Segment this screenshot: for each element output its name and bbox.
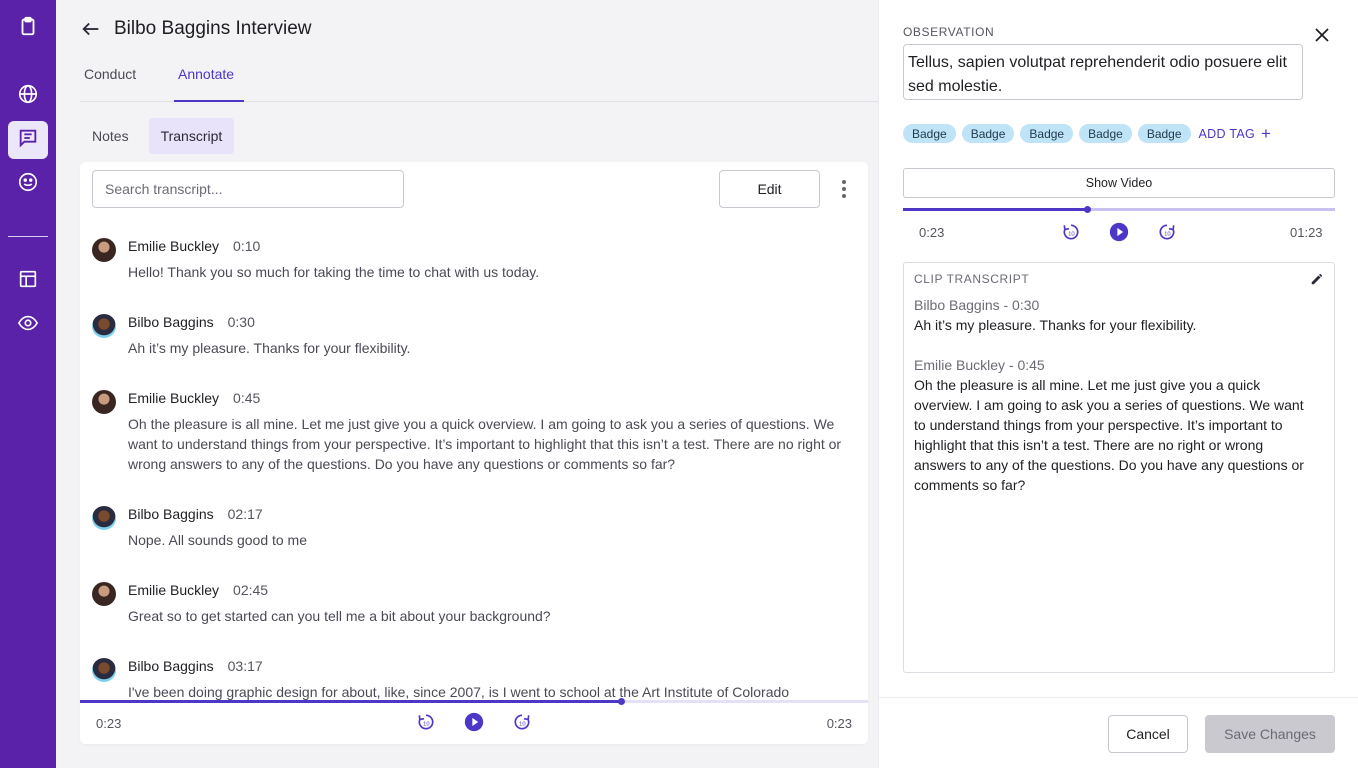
transcript-list: Emilie Buckley 0:10 Hello! Thank you so m… — [80, 224, 868, 700]
speaker-name: Bilbo Baggins — [128, 314, 214, 330]
tag-badge[interactable]: Badge — [1137, 124, 1191, 143]
svg-text:10: 10 — [519, 721, 526, 727]
message-text: Great so to get started can you tell me … — [128, 608, 551, 624]
speaker-name: Emilie Buckley — [128, 238, 220, 254]
rail-item-clipboard[interactable] — [8, 9, 48, 47]
rail-item-globe[interactable] — [8, 77, 48, 115]
avatar — [92, 238, 116, 262]
current-time: 0:23 — [96, 716, 122, 731]
observation-label: OBSERVATION — [903, 25, 995, 39]
main-area: Bilbo Baggins Interview Conduct Annotate… — [56, 0, 878, 768]
save-changes-button[interactable]: Save Changes — [1205, 715, 1335, 753]
transcript-card: Edit Emilie Buckley 0:10 Hello! Thank you… — [80, 162, 868, 744]
avatar — [92, 314, 116, 338]
plus-icon: + — [1261, 123, 1272, 143]
progress-handle[interactable] — [618, 698, 626, 705]
rail-item-layout[interactable] — [8, 262, 48, 300]
subtab-transcript[interactable]: Transcript — [148, 118, 235, 154]
chat-icon — [17, 127, 39, 154]
message-text: I've been doing graphic design for about… — [128, 684, 790, 700]
tag-badge[interactable]: Badge — [961, 124, 1015, 143]
close-icon[interactable] — [1313, 26, 1331, 44]
eye-icon — [17, 312, 39, 339]
timestamp[interactable]: 02:17 — [228, 506, 263, 522]
subtab-notes[interactable]: Notes — [80, 118, 141, 154]
message-text: Hello! Thank you so much for taking the … — [128, 264, 540, 280]
observation-field[interactable]: Tellus, sapien volutpat reprehenderit od… — [903, 44, 1303, 100]
page-title: Bilbo Baggins Interview — [114, 18, 312, 39]
page-header: Bilbo Baggins Interview — [80, 18, 312, 40]
svg-text:10: 10 — [1068, 231, 1075, 237]
globe-icon — [17, 83, 39, 110]
timestamp[interactable]: 03:17 — [228, 658, 263, 674]
transcript-player: 0:23 10 10 0:23 — [80, 698, 868, 744]
forward-10-icon[interactable]: 10 — [512, 712, 532, 732]
forward-10-icon[interactable]: 10 — [1157, 222, 1177, 242]
observation-panel: OBSERVATION Tellus, sapien volutpat repr… — [878, 0, 1358, 768]
clip-transcript-label: CLIP TRANSCRIPT — [914, 272, 1030, 286]
speaker-name: Emilie Buckley — [128, 582, 220, 598]
pencil-icon[interactable] — [1310, 272, 1324, 286]
clip-current-time: 0:23 — [919, 225, 945, 240]
tag-badge[interactable]: Badge — [1079, 124, 1132, 143]
show-video-button[interactable]: Show Video — [903, 168, 1335, 198]
progress-fill — [80, 700, 622, 703]
avatar — [92, 506, 116, 530]
search-input[interactable] — [92, 170, 404, 208]
message-text: Nope. All sounds good to me — [128, 532, 308, 548]
timestamp[interactable]: 0:10 — [233, 238, 260, 254]
rail-item-eye[interactable] — [8, 306, 48, 344]
cancel-button[interactable]: Cancel — [1108, 715, 1188, 753]
tab-annotate[interactable]: Annotate — [174, 66, 244, 102]
clip-text: Oh the pleasure is all mine. Let me just… — [914, 377, 1304, 493]
clip-text: Ah it’s my pleasure. Thanks for your fle… — [914, 317, 1197, 333]
panel-footer: Cancel Save Changes — [879, 697, 1358, 768]
speaker-name: Bilbo Baggins — [128, 506, 214, 522]
message-text: Ah it’s my pleasure. Thanks for your fle… — [128, 340, 411, 356]
add-tag-label: ADD TAG — [1198, 126, 1256, 141]
clipboard-icon — [17, 15, 39, 42]
clip-transcript-box: CLIP TRANSCRIPT Bilbo Baggins - 0:30 Ah … — [903, 262, 1335, 673]
play-icon[interactable] — [464, 712, 484, 732]
add-tag-button[interactable]: ADD TAG + — [1198, 123, 1272, 143]
back-arrow-icon[interactable] — [80, 18, 102, 40]
clip-progress-handle[interactable] — [1084, 206, 1092, 213]
clip-speaker: Emilie Buckley - 0:45 — [914, 357, 1045, 373]
rail-divider — [8, 236, 48, 237]
clip-total-time: 01:23 — [1290, 225, 1323, 240]
total-time: 0:23 — [826, 716, 852, 731]
avatar — [92, 582, 116, 606]
tag-badge[interactable]: Badge — [903, 124, 956, 143]
rail-item-chat[interactable] — [8, 121, 48, 159]
rail-item-smiley[interactable] — [8, 165, 48, 203]
rewind-10-icon[interactable]: 10 — [1061, 222, 1081, 242]
speaker-name: Emilie Buckley — [128, 390, 220, 406]
edit-button[interactable]: Edit — [719, 170, 820, 208]
tab-conduct[interactable]: Conduct — [80, 66, 140, 102]
avatar — [92, 390, 116, 414]
smiley-icon — [17, 171, 39, 198]
clip-progress-fill — [903, 208, 1088, 211]
message-text: Oh the pleasure is all mine. Let me just… — [128, 416, 842, 472]
app-rail — [0, 0, 56, 768]
timestamp[interactable]: 02:45 — [233, 582, 268, 598]
timestamp[interactable]: 0:45 — [233, 390, 260, 406]
clip-speaker: Bilbo Baggins - 0:30 — [914, 297, 1040, 313]
layout-icon — [17, 268, 39, 295]
clip-progress-bar[interactable] — [903, 206, 1335, 213]
svg-text:10: 10 — [423, 721, 430, 727]
rewind-10-icon[interactable]: 10 — [416, 712, 436, 732]
sub-tabs: Notes Transcript — [80, 118, 235, 154]
progress-bar[interactable] — [80, 698, 868, 705]
play-icon[interactable] — [1109, 222, 1129, 242]
clip-transcript-body: Bilbo Baggins - 0:30 Ah it’s my pleasure… — [914, 295, 1314, 495]
timestamp[interactable]: 0:30 — [228, 314, 255, 330]
tag-badge[interactable]: Badge — [1020, 124, 1074, 143]
avatar — [92, 658, 116, 682]
top-tabs: Conduct Annotate — [80, 56, 878, 102]
more-options-icon[interactable] — [836, 178, 852, 200]
tag-list: Badge Badge Badge Badge Badge ADD TAG + — [903, 124, 1271, 143]
svg-text:10: 10 — [1164, 231, 1171, 237]
speaker-name: Bilbo Baggins — [128, 658, 214, 674]
